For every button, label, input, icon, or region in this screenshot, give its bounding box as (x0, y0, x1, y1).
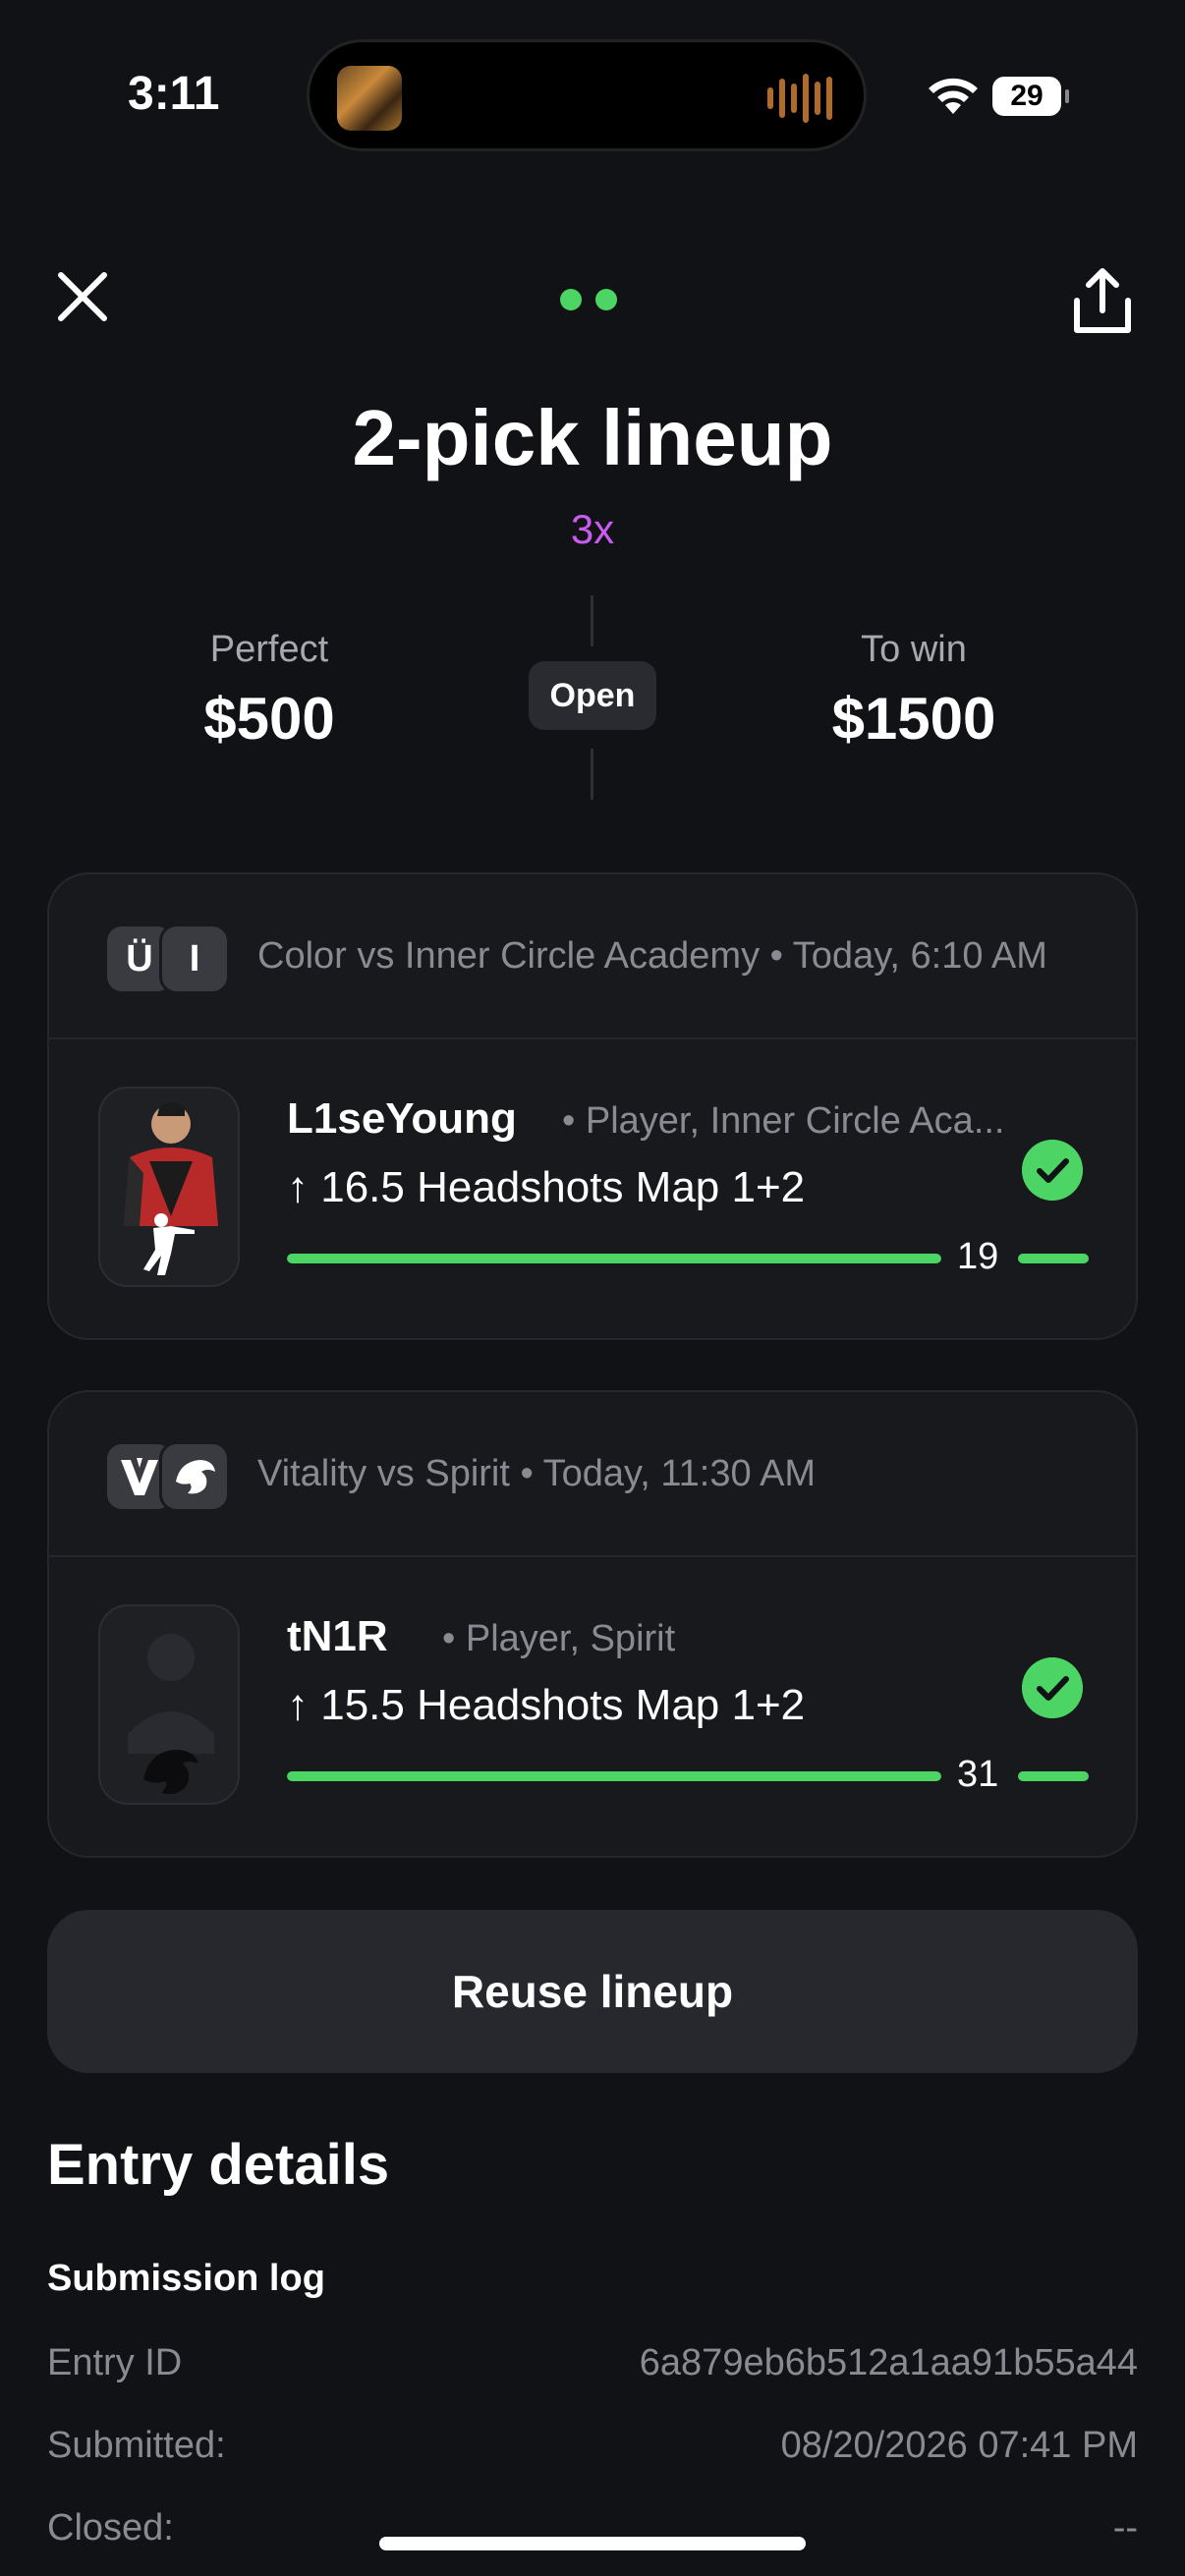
team-logos (104, 1441, 230, 1512)
share-icon[interactable] (1065, 265, 1140, 340)
status-badge: Open (529, 661, 656, 730)
detail-row-entry-id: Entry ID 6a879eb6b512a1aa91b55a44 (47, 2342, 1138, 2384)
detail-value: 08/20/2026 07:41 PM (780, 2425, 1138, 2466)
player-meta: • Player, Inner Circle Aca... (562, 1100, 1005, 1142)
detail-row-submitted: Submitted: 08/20/2026 07:41 PM (47, 2425, 1138, 2467)
dynamic-island[interactable] (307, 39, 867, 151)
detail-label: Closed: (47, 2507, 174, 2548)
match-header: Vitality vs Spirit • Today, 11:30 AM (49, 1392, 1136, 1557)
team-logo: I (159, 924, 230, 994)
status-time: 3:11 (128, 68, 220, 120)
wifi-icon (929, 78, 978, 114)
close-icon[interactable] (51, 265, 114, 328)
to-win-label: To win (861, 629, 967, 670)
divider (591, 595, 593, 646)
player-avatar (98, 1604, 240, 1805)
page-dot (595, 289, 617, 310)
progress-dash (1018, 1254, 1089, 1263)
home-indicator[interactable] (379, 2537, 806, 2550)
perfect-value: $500 (203, 686, 335, 752)
progress-fill (287, 1771, 941, 1781)
progress-bar (287, 1771, 941, 1781)
now-playing-artwork (337, 66, 402, 131)
to-win-value: $1500 (831, 686, 996, 752)
pick-card[interactable]: Vitality vs Spirit • Today, 11:30 AM tN1… (47, 1390, 1138, 1858)
to-win-stat: To win $1500 (766, 629, 1061, 753)
spirit-dragon-icon (159, 1441, 230, 1512)
match-header: Ü I Color vs Inner Circle Academy • Toda… (49, 874, 1136, 1039)
result-value: 19 (957, 1236, 999, 1277)
pick-row[interactable]: L1seYoung • Player, Inner Circle Aca... … (49, 1039, 1136, 1340)
detail-value: -- (1112, 2507, 1138, 2548)
payout-multiplier: 3x (570, 506, 615, 552)
detail-value[interactable]: 6a879eb6b512a1aa91b55a44 (640, 2342, 1138, 2384)
prop-line: ↑ 15.5 Headshots Map 1+2 (287, 1681, 806, 1729)
match-info: Vitality vs Spirit • Today, 11:30 AM (257, 1453, 817, 1494)
reuse-lineup-button[interactable]: Reuse lineup (47, 1910, 1138, 2073)
progress-dash (1018, 1771, 1089, 1781)
pick-row[interactable]: tN1R • Player, Spirit ↑ 15.5 Headshots M… (49, 1557, 1136, 1858)
pick-card[interactable]: Ü I Color vs Inner Circle Academy • Toda… (47, 872, 1138, 1340)
progress-bar (287, 1254, 941, 1263)
player-name: L1seYoung (287, 1094, 517, 1143)
player-avatar (98, 1087, 240, 1287)
audio-waveform-icon (767, 72, 836, 125)
entry-details-title: Entry details (47, 2133, 390, 2197)
divider (591, 749, 593, 800)
team-logos: Ü I (104, 924, 230, 994)
check-icon (1022, 1657, 1083, 1718)
perfect-label: Perfect (209, 629, 329, 670)
battery-indicator: 29 (992, 77, 1069, 116)
check-icon (1022, 1140, 1083, 1201)
match-info: Color vs Inner Circle Academy • Today, 6… (257, 935, 1047, 977)
page-title: 2-pick lineup (352, 394, 833, 481)
perfect-stat: Perfect $500 (122, 629, 417, 753)
player-name: tN1R (287, 1612, 388, 1660)
prop-line: ↑ 16.5 Headshots Map 1+2 (287, 1163, 806, 1211)
page-dot (560, 289, 582, 310)
player-meta: • Player, Spirit (442, 1618, 676, 1659)
result-value: 31 (957, 1754, 999, 1795)
submission-log-title: Submission log (47, 2258, 325, 2299)
detail-label: Submitted: (47, 2425, 226, 2466)
progress-fill (287, 1254, 941, 1263)
page-indicator (560, 289, 617, 310)
detail-label: Entry ID (47, 2342, 183, 2383)
